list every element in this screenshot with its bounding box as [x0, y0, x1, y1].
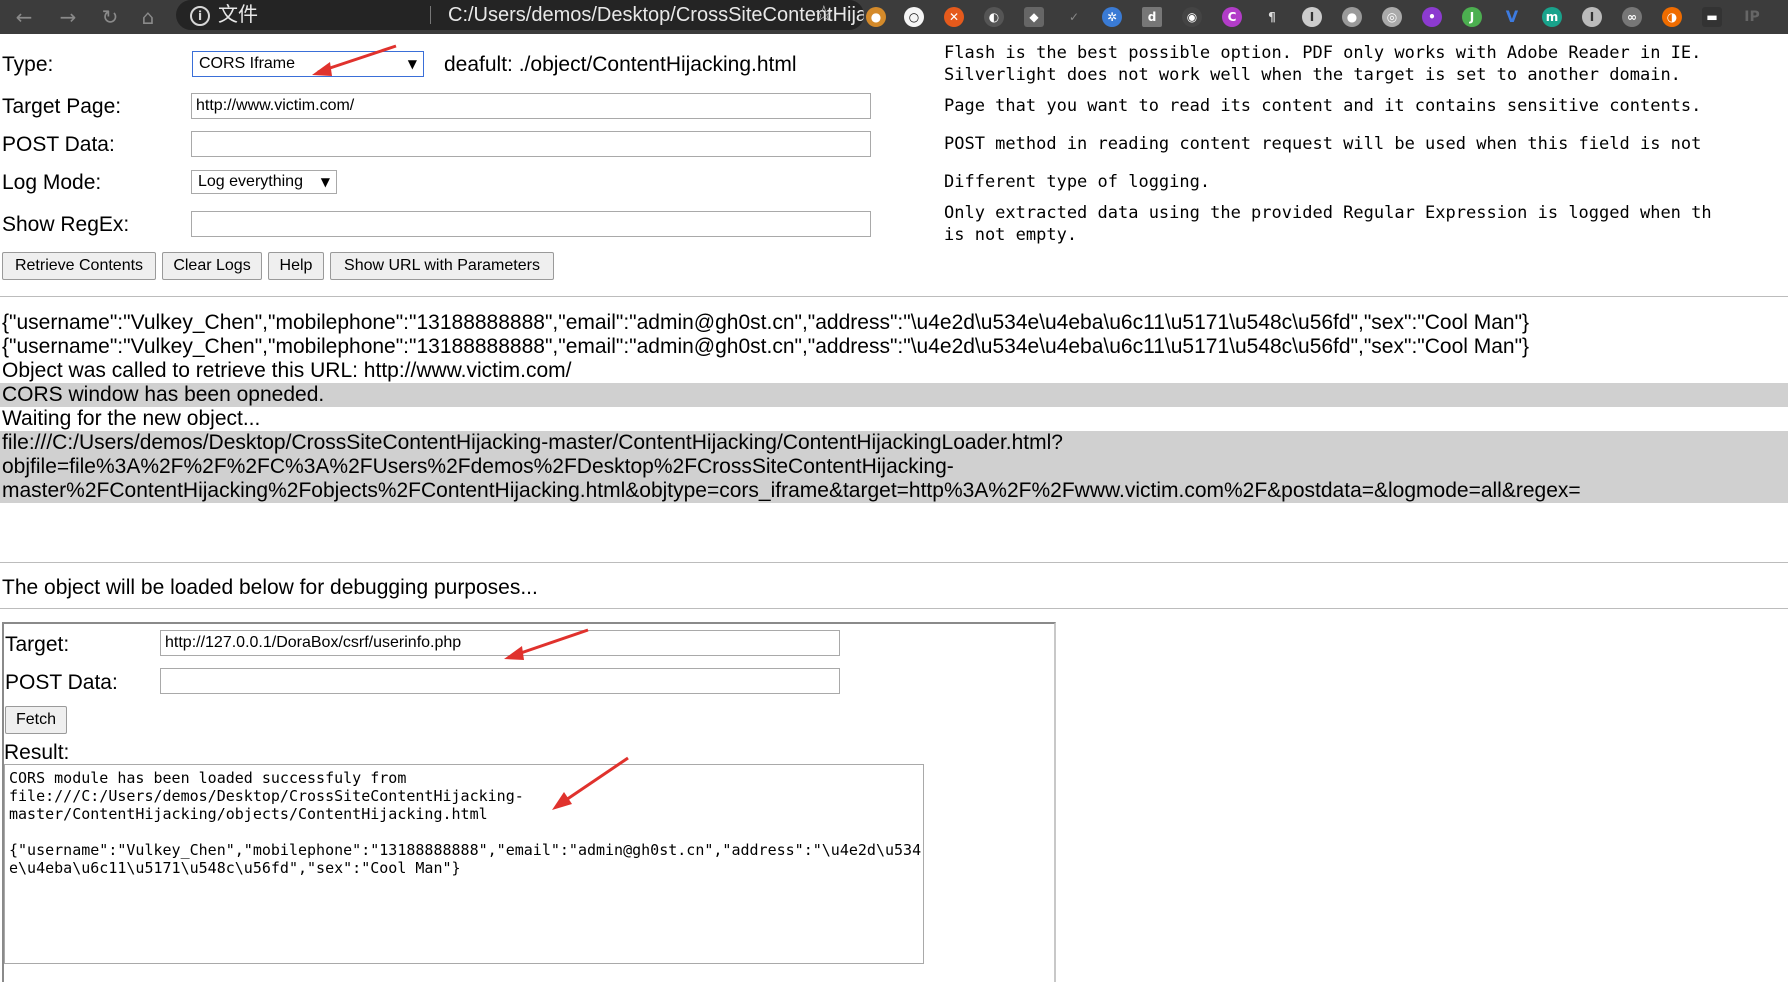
annotation-arrow-icon — [312, 44, 397, 76]
help-button[interactable]: Help — [268, 252, 324, 280]
spy-extension-icon[interactable]: ◉ — [1182, 7, 1202, 27]
gray-circle-extension-icon[interactable]: ● — [1342, 7, 1362, 27]
frame-post-label: POST Data: — [5, 671, 118, 694]
back-arrow-icon[interactable]: ← — [10, 3, 38, 31]
half-circle-extension-icon[interactable]: ◑ — [1662, 7, 1682, 27]
globe-extension-icon[interactable]: ◎ — [1382, 7, 1402, 27]
annotation-arrow-icon — [504, 628, 589, 660]
log-mode-value: Log everything — [198, 173, 303, 190]
address-scheme-label: 文件 — [218, 4, 258, 26]
frame-target-label: Target: — [5, 633, 70, 656]
show-url-button[interactable]: Show URL with Parameters — [330, 252, 554, 280]
reload-icon[interactable]: ↻ — [96, 3, 124, 31]
gear-extension-icon[interactable]: ✲ — [1102, 7, 1122, 27]
home-icon[interactable]: ⌂ — [134, 3, 162, 31]
log-line-highlighted: master%2FContentHijacking%2Fobjects%2FCo… — [0, 479, 1788, 503]
chevron-down-icon: ▼ — [320, 175, 330, 189]
target-description: Page that you want to read its content a… — [944, 96, 1702, 116]
target-page-input[interactable]: http://www.victim.com/ — [191, 93, 871, 119]
forward-arrow-icon[interactable]: → — [54, 3, 82, 31]
type-default-text: deafult: ./object/ContentHijacking.html — [444, 53, 797, 76]
annotation-arrow-icon — [552, 756, 629, 810]
section-divider — [0, 608, 1788, 609]
address-divider — [430, 6, 431, 24]
log-mode-select[interactable]: Log everything ▼ — [191, 170, 337, 194]
log-mode-label: Log Mode: — [2, 171, 102, 194]
debug-note: The object will be loaded below for debu… — [2, 576, 538, 599]
info-icon[interactable]: i — [190, 6, 210, 26]
ip-extension-icon[interactable]: I — [1302, 7, 1322, 27]
frame-post-input[interactable] — [160, 668, 840, 694]
type-label: Type: — [2, 53, 54, 76]
orange-extension-icon[interactable]: ✕ — [944, 7, 964, 27]
paragraph-extension-icon[interactable]: ¶ — [1262, 7, 1282, 27]
purple-extension-icon[interactable]: • — [1422, 7, 1442, 27]
browser-toolbar: ← → ↻ ⌂ i 文件 C:/Users/demos/Desktop/Cros… — [0, 0, 1788, 34]
ip-text-extension-icon[interactable]: IP — [1742, 7, 1762, 27]
fetch-button[interactable]: Fetch — [5, 706, 67, 734]
log-line: Waiting for the new object... — [2, 407, 261, 430]
section-divider — [0, 562, 1788, 563]
circle-extension-icon[interactable]: ○ — [904, 7, 924, 27]
post-data-label: POST Data: — [2, 133, 115, 156]
check-extension-icon[interactable]: ✓ — [1064, 7, 1084, 27]
log-line-highlighted: objfile=file%3A%2F%2F%2FC%3A%2FUsers%2Fd… — [0, 455, 1788, 479]
retrieve-contents-button[interactable]: Retrieve Contents — [2, 252, 156, 280]
log-line: {"username":"Vulkey_Chen","mobilephone":… — [2, 311, 1530, 334]
cookie-extension-icon[interactable]: ● — [866, 7, 886, 27]
address-bar[interactable]: i 文件 C:/Users/demos/Desktop/CrossSiteCon… — [176, 0, 864, 30]
ip-badge-extension-icon[interactable]: I — [1582, 7, 1602, 27]
v-extension-icon[interactable]: V — [1502, 7, 1522, 27]
log-line-highlighted: CORS window has been opneded. — [0, 383, 1788, 407]
post-data-input[interactable] — [191, 131, 871, 157]
clear-logs-button[interactable]: Clear Logs — [162, 252, 262, 280]
log-line: Object was called to retrieve this URL: … — [2, 359, 572, 382]
type-select-value: CORS Iframe — [199, 55, 296, 72]
type-description-line2: Silverlight does not work well when the … — [944, 65, 1681, 85]
glasses-extension-icon[interactable]: ▬ — [1702, 7, 1722, 27]
show-regex-label: Show RegEx: — [2, 213, 130, 236]
m-extension-icon[interactable]: m — [1542, 7, 1562, 27]
ca-extension-icon[interactable]: C — [1222, 7, 1242, 27]
type-description-line1: Flash is the best possible option. PDF o… — [944, 43, 1702, 63]
log-line: {"username":"Vulkey_Chen","mobilephone":… — [2, 335, 1530, 358]
regex-description-line2: is not empty. — [944, 225, 1078, 245]
result-label: Result: — [4, 741, 70, 764]
d3-extension-icon[interactable]: d — [1142, 7, 1162, 27]
result-textarea[interactable]: CORS module has been loaded successfuly … — [4, 764, 924, 964]
target-page-label: Target Page: — [2, 95, 122, 118]
show-regex-input[interactable] — [191, 211, 871, 237]
regex-description-line1: Only extracted data using the provided R… — [944, 203, 1712, 223]
section-divider — [0, 296, 1788, 297]
address-url[interactable]: C:/Users/demos/Desktop/CrossSiteContentH… — [448, 0, 864, 30]
log-line-highlighted: file:///C:/Users/demos/Desktop/CrossSite… — [0, 431, 1788, 455]
log-description: Different type of logging. — [944, 172, 1211, 192]
js-extension-icon[interactable]: J — [1462, 7, 1482, 27]
link-extension-icon[interactable]: ∞ — [1622, 7, 1642, 27]
mask-extension-icon[interactable]: ◐ — [984, 7, 1004, 27]
bookmark-star-icon[interactable]: ☆ — [814, 1, 834, 29]
layers-extension-icon[interactable]: ◆ — [1024, 7, 1044, 27]
post-description: POST method in reading content request w… — [944, 134, 1702, 154]
